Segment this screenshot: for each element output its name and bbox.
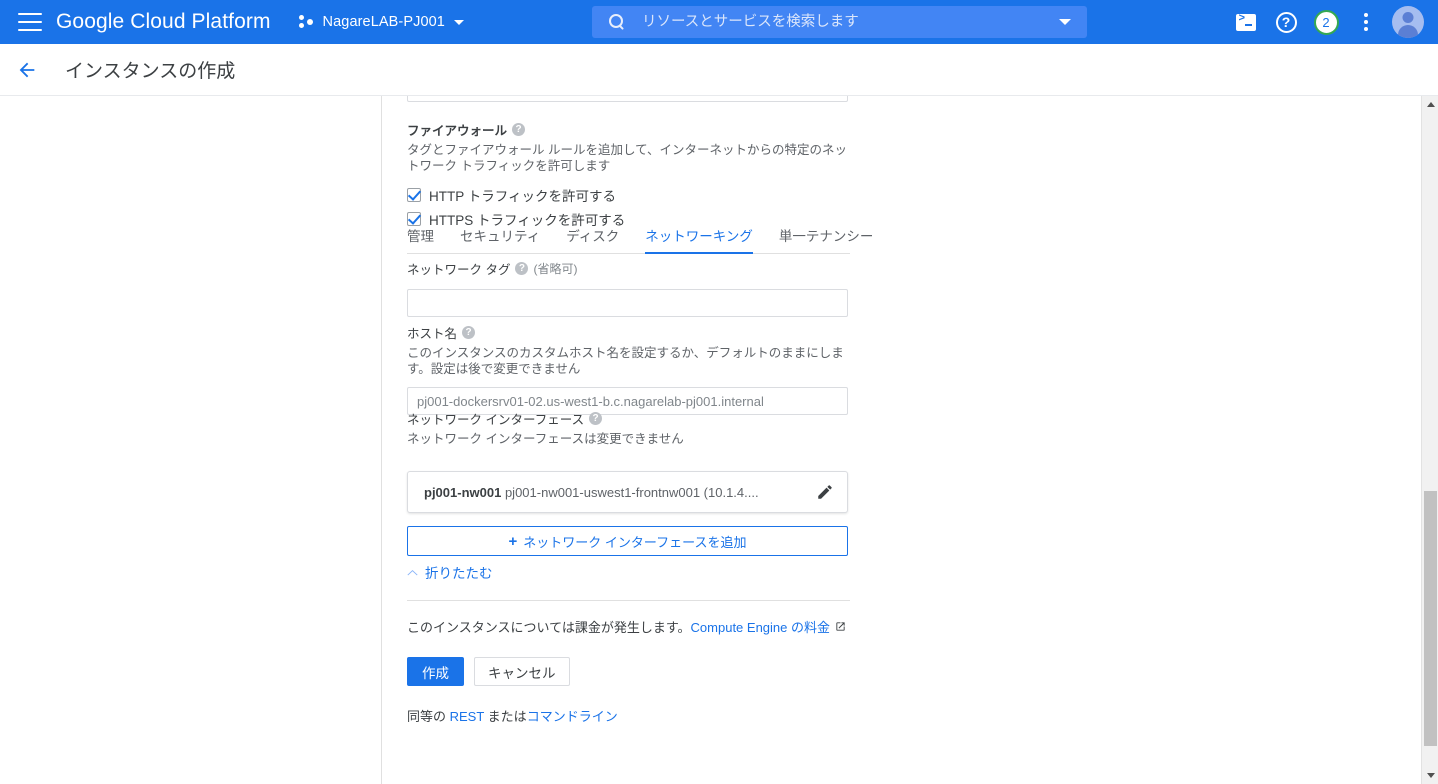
caret-up-icon — [1426, 102, 1435, 107]
tab-disks[interactable]: ディスク — [566, 225, 619, 253]
notification-badge: 2 — [1313, 9, 1339, 35]
plus-icon: + — [508, 532, 518, 550]
header-actions: ? 2 — [1226, 0, 1430, 44]
tab-security[interactable]: セキュリティ — [460, 225, 540, 253]
scroll-up-button[interactable] — [1422, 96, 1438, 113]
scrollbar-thumb[interactable] — [1424, 491, 1437, 746]
scrolled-field-partial[interactable] — [407, 96, 848, 102]
firewall-description: タグとファイアウォール ルールを追加して、インターネットからの特定のネットワーク… — [407, 143, 847, 173]
collapse-section: 折りたたむ — [407, 562, 867, 582]
action-buttons: 作成 キャンセル — [407, 657, 867, 686]
edit-pencil-icon[interactable] — [816, 483, 834, 501]
network-interface-name: pj001-nw001 — [424, 484, 502, 500]
more-options-button[interactable] — [1346, 2, 1386, 42]
chevron-down-icon — [453, 19, 464, 25]
network-tags-section: ネットワーク タグ ? (省略可) — [407, 259, 867, 317]
firewall-section: ファイアウォール ? タグとファイアウォール ルールを追加して、インターネットか… — [407, 120, 867, 229]
add-network-interface-button[interactable]: + ネットワーク インターフェースを追加 — [407, 526, 848, 556]
top-header-bar: Google Cloud Platform NagareLAB-PJ001 ? … — [0, 0, 1438, 44]
hostname-label-row: ホスト名 ? — [407, 323, 867, 342]
create-button[interactable]: 作成 — [407, 657, 464, 686]
help-icon[interactable]: ? — [512, 123, 526, 136]
rest-prefix-label: 同等の — [407, 709, 450, 724]
search-icon — [608, 13, 626, 31]
network-interface-detail: pj001-nw001-uswest1-frontnw001 (10.1.4..… — [504, 484, 759, 500]
instance-form-pane: ファイアウォール ? タグとファイアウォール ルールを追加して、インターネットか… — [383, 96, 1421, 784]
help-icon[interactable]: ? — [515, 262, 529, 275]
page-body: ファイアウォール ? タグとファイアウォール ルールを追加して、インターネットか… — [0, 96, 1438, 784]
project-name-label: NagareLAB-PJ001 — [322, 14, 445, 30]
footer-divider — [407, 600, 867, 601]
help-icon[interactable]: ? — [462, 326, 476, 339]
collapse-toggle[interactable]: 折りたたむ — [407, 562, 493, 582]
compute-engine-pricing-link[interactable]: Compute Engine の料金 — [691, 617, 830, 636]
rest-link[interactable]: REST — [450, 709, 484, 724]
network-interfaces-section: ネットワーク インターフェース ? ネットワーク インターフェースは変更できませ… — [407, 409, 867, 556]
network-interface-card-text: pj001-nw001 pj001-nw001-uswest1-frontnw0… — [424, 485, 759, 500]
external-link-icon — [836, 622, 845, 631]
project-icon — [298, 15, 315, 29]
avatar[interactable] — [1392, 6, 1424, 38]
brand-title[interactable]: Google Cloud Platform — [56, 10, 271, 34]
scroll-down-button[interactable] — [1422, 767, 1438, 784]
checkbox-http-label: HTTP トラフィックを許可する — [429, 189, 616, 204]
firewall-label-row: ファイアウォール ? — [407, 120, 867, 139]
terminal-icon — [1236, 13, 1256, 31]
equivalent-rest-line: 同等の REST またはコマンドライン — [407, 706, 867, 725]
search-bar[interactable] — [592, 6, 1087, 38]
add-network-interface-label: ネットワーク インターフェースを追加 — [523, 534, 747, 550]
billing-text: このインスタンスについては課金が発生します。 — [407, 620, 691, 635]
network-interface-label: ネットワーク インターフェース — [407, 413, 585, 427]
hamburger-menu-icon[interactable] — [18, 13, 42, 31]
command-line-link[interactable]: コマンドライン — [527, 709, 618, 724]
collapse-label: 折りたたむ — [425, 566, 493, 581]
network-tags-input[interactable] — [407, 289, 848, 317]
caret-down-icon — [1426, 773, 1435, 778]
network-interface-label-row: ネットワーク インターフェース ? — [407, 409, 867, 428]
footer-section: このインスタンスについては課金が発生します。 Compute Engine の料… — [407, 617, 867, 725]
left-rail — [0, 96, 382, 784]
network-interface-card[interactable]: pj001-nw001 pj001-nw001-uswest1-frontnw0… — [407, 471, 848, 513]
checkbox-http-icon[interactable] — [407, 188, 421, 202]
help-button[interactable]: ? — [1266, 2, 1306, 42]
settings-tabs: 管理 セキュリティ ディスク ネットワーキング 単一テナンシー — [407, 224, 873, 254]
tab-networking[interactable]: ネットワーキング — [645, 225, 753, 254]
project-selector[interactable]: NagareLAB-PJ001 — [293, 11, 470, 33]
cloud-shell-button[interactable] — [1226, 2, 1266, 42]
hostname-description: このインスタンスのカスタムホスト名を設定するか、デフォルトのままにします。設定は… — [407, 346, 844, 376]
cancel-button[interactable]: キャンセル — [474, 657, 570, 686]
network-tags-optional-label: (省略可) — [533, 262, 578, 276]
hostname-label: ホスト名 — [407, 327, 458, 341]
vertical-scrollbar[interactable] — [1421, 96, 1438, 784]
tab-sole-tenancy[interactable]: 単一テナンシー — [779, 225, 874, 253]
page-title: インスタンスの作成 — [65, 61, 236, 82]
notifications-button[interactable]: 2 — [1306, 2, 1346, 42]
hostname-section: ホスト名 ? このインスタンスのカスタムホスト名を設定するか、デフォルトのままに… — [407, 323, 867, 415]
firewall-label: ファイアウォール — [407, 124, 508, 138]
network-tags-label-row: ネットワーク タグ ? (省略可) — [407, 259, 867, 278]
back-button[interactable] — [7, 50, 47, 90]
checkbox-row-http[interactable]: HTTP トラフィックを許可する — [407, 185, 867, 205]
kebab-menu-icon — [1364, 13, 1368, 31]
search-input[interactable] — [640, 13, 1059, 31]
help-icon[interactable]: ? — [589, 412, 603, 425]
network-tags-label: ネットワーク タグ — [407, 263, 511, 277]
page-title-bar: インスタンスの作成 — [0, 44, 1438, 96]
rest-middle-label: または — [484, 709, 527, 724]
tab-management[interactable]: 管理 — [407, 225, 434, 253]
chevron-up-icon — [407, 569, 418, 575]
help-icon: ? — [1275, 11, 1297, 33]
arrow-left-icon — [19, 62, 35, 77]
billing-notice: このインスタンスについては課金が発生します。 Compute Engine の料… — [407, 617, 867, 636]
network-interface-description: ネットワーク インターフェースは変更できません — [407, 432, 684, 446]
search-dropdown-chevron-icon[interactable] — [1059, 19, 1071, 25]
